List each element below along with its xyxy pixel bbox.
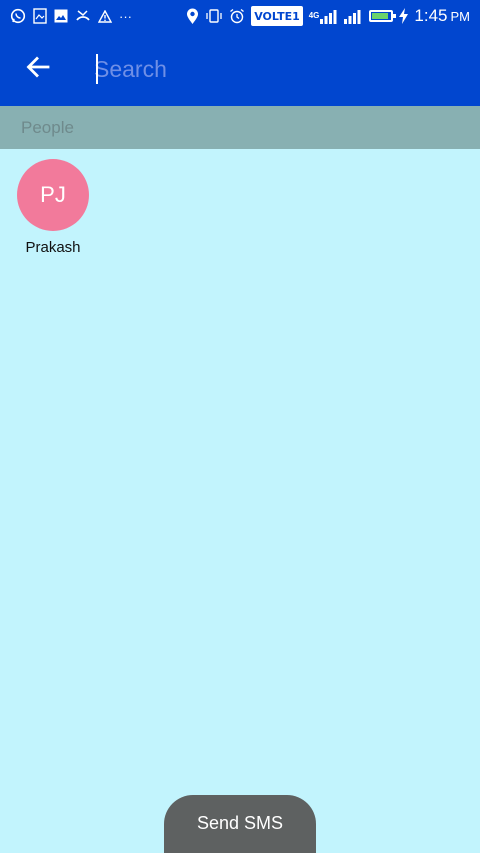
section-title: People — [21, 117, 74, 137]
send-sms-label: Send SMS — [196, 813, 284, 833]
text-cursor — [96, 54, 98, 84]
arrow-back-icon — [26, 56, 50, 83]
gallery-icon — [33, 7, 47, 25]
clock-time: 1:45 — [414, 6, 448, 25]
whatsapp-icon — [10, 7, 26, 25]
location-icon — [186, 7, 199, 25]
status-bar: ··· VOLTE1 4G 1:45 PM — [0, 0, 480, 32]
person-name: Prakash — [25, 239, 81, 256]
network-type-label: 4G — [308, 11, 320, 20]
people-list: PJ Prakash — [14, 159, 92, 256]
alarm-icon — [229, 7, 245, 25]
avatar-initials: PJ — [40, 182, 66, 207]
more-icon: ··· — [119, 8, 132, 24]
back-button[interactable] — [0, 32, 76, 106]
signal-icon: 4G — [309, 7, 338, 25]
section-header-people: People — [0, 106, 480, 149]
search-toolbar — [0, 32, 480, 106]
clock: 1:45 PM — [414, 6, 470, 26]
system-icons: VOLTE1 4G 1:45 PM — [186, 6, 470, 26]
notification-icons: ··· — [10, 7, 132, 25]
signal-icon-sim2 — [343, 7, 363, 25]
person-item[interactable]: PJ Prakash — [14, 159, 92, 256]
image-icon — [54, 7, 68, 25]
battery-level — [372, 13, 388, 19]
send-sms-button[interactable]: Send SMS — [164, 795, 316, 853]
avatar: PJ — [17, 159, 89, 231]
missed-call-icon — [75, 7, 91, 25]
charging-icon — [399, 7, 409, 25]
search-input[interactable] — [94, 49, 454, 89]
battery-icon — [369, 10, 397, 22]
warning-icon — [98, 7, 112, 25]
volte-badge: VOLTE1 — [251, 6, 303, 26]
clock-ampm: PM — [450, 9, 471, 24]
vibrate-icon — [205, 7, 223, 25]
